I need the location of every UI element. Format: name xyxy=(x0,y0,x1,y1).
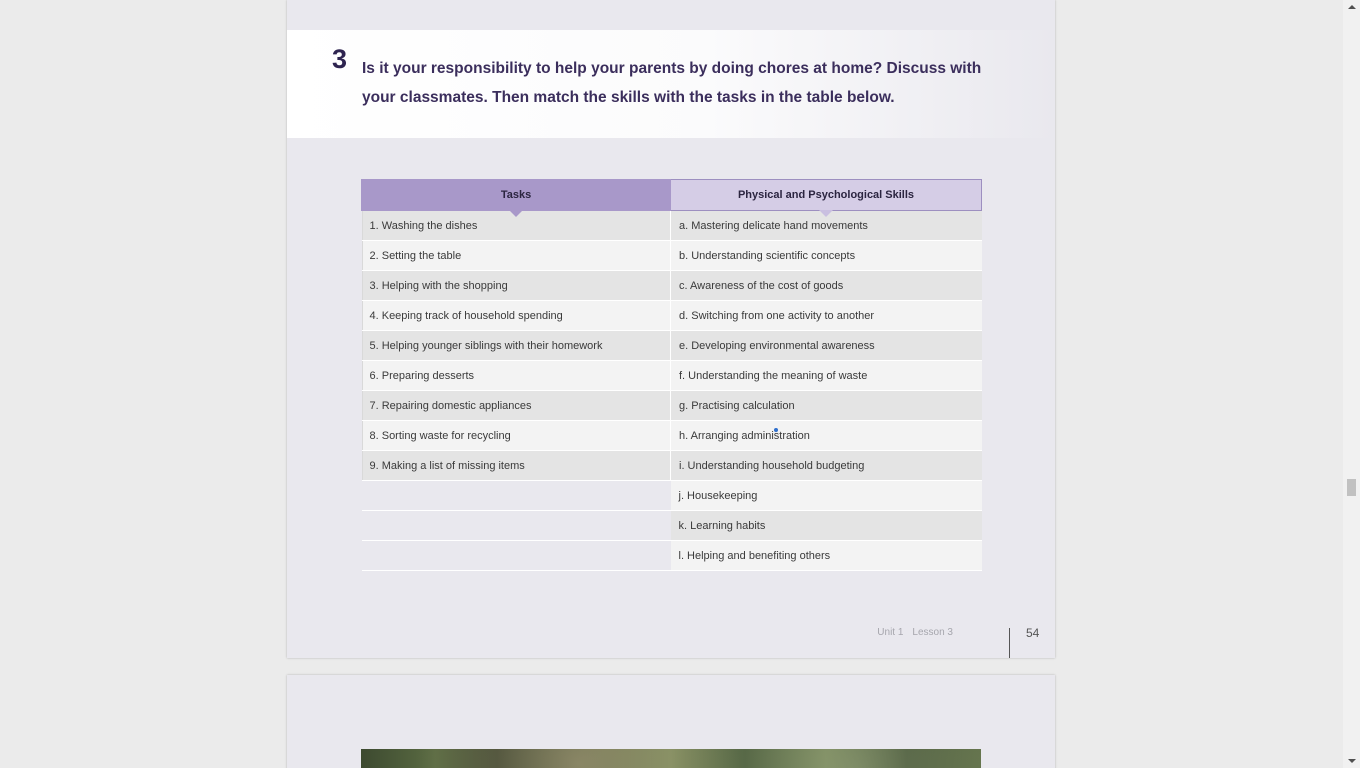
task-cell: 2. Setting the table xyxy=(361,240,671,271)
table-row: k. Learning habits xyxy=(361,510,982,541)
tasks-header-label: Tasks xyxy=(500,189,532,201)
triangle-up-icon[interactable] xyxy=(1343,0,1360,14)
task-cell: 9. Making a list of missing items xyxy=(361,450,671,481)
table-row: 4. Keeping track of household spending d… xyxy=(361,300,982,331)
table-row: l. Helping and benefiting others xyxy=(361,540,982,571)
document-viewer[interactable]: 3 Is it your responsibility to help your… xyxy=(0,0,1343,768)
table-row: 6. Preparing desserts f. Understanding t… xyxy=(361,360,982,391)
skill-cell: l. Helping and benefiting others xyxy=(670,540,982,571)
exercise-instruction: Is it your responsibility to help your p… xyxy=(362,60,982,106)
skills-header-label: Physical and Psychological Skills xyxy=(737,189,915,201)
footer-lesson: Lesson 3 xyxy=(912,627,953,638)
next-page xyxy=(287,675,1055,768)
table-row: j. Housekeeping xyxy=(361,480,982,511)
footer-unit: Unit 1 xyxy=(877,627,904,638)
page-footer-location: Unit 1 Lesson 3 xyxy=(877,627,953,638)
table-row: 2. Setting the table b. Understanding sc… xyxy=(361,240,982,271)
page-54: 3 Is it your responsibility to help your… xyxy=(287,0,1055,658)
task-cell: 4. Keeping track of household spending xyxy=(361,300,671,331)
table-row: 8. Sorting waste for recycling h. Arrang… xyxy=(361,420,982,451)
task-cell: 5. Helping younger siblings with their h… xyxy=(361,330,671,361)
skills-matching-table: Tasks Physical and Psychological Skills … xyxy=(361,179,982,571)
exercise-number: 3 xyxy=(332,44,348,74)
table-row: 3. Helping with the shopping c. Awarenes… xyxy=(361,270,982,301)
skill-cell: j. Housekeeping xyxy=(670,480,982,511)
skills-column-header: Physical and Psychological Skills xyxy=(670,179,982,217)
task-cell: 8. Sorting waste for recycling xyxy=(361,420,671,451)
exercise-header: 3 Is it your responsibility to help your… xyxy=(287,30,1055,138)
task-cell: 7. Repairing domestic appliances xyxy=(361,390,671,421)
skill-cell: b. Understanding scientific concepts xyxy=(670,240,982,271)
skill-cell: c. Awareness of the cost of goods xyxy=(670,270,982,301)
vertical-scrollbar[interactable] xyxy=(1343,0,1360,768)
empty-task-cell xyxy=(361,540,671,571)
header-pointer-icon xyxy=(819,210,833,217)
empty-task-cell xyxy=(361,510,671,541)
empty-task-cell xyxy=(361,480,671,511)
page-number: 54 xyxy=(1026,626,1040,640)
skill-cell: k. Learning habits xyxy=(670,510,982,541)
skill-cell: h. Arranging administration xyxy=(670,420,982,451)
table-row: 9. Making a list of missing items i. Und… xyxy=(361,450,982,481)
task-cell: 3. Helping with the shopping xyxy=(361,270,671,301)
task-cell: 6. Preparing desserts xyxy=(361,360,671,391)
skill-cell: g. Practising calculation xyxy=(670,390,982,421)
triangle-down-icon[interactable] xyxy=(1343,754,1360,768)
page-photo xyxy=(361,749,981,768)
skill-cell: f. Understanding the meaning of waste xyxy=(670,360,982,391)
table-row: 5. Helping younger siblings with their h… xyxy=(361,330,982,361)
mouse-cursor-icon xyxy=(774,428,778,432)
footer-divider xyxy=(1009,628,1010,658)
skill-cell: d. Switching from one activity to anothe… xyxy=(670,300,982,331)
skill-cell: i. Understanding household budgeting xyxy=(670,450,982,481)
table-row: 7. Repairing domestic appliances g. Prac… xyxy=(361,390,982,421)
header-pointer-icon xyxy=(509,210,523,217)
table-row: 1. Washing the dishes a. Mastering delic… xyxy=(361,210,982,241)
scrollbar-thumb[interactable] xyxy=(1347,479,1356,496)
tasks-column-header: Tasks xyxy=(361,179,671,217)
skill-cell: e. Developing environmental awareness xyxy=(670,330,982,361)
